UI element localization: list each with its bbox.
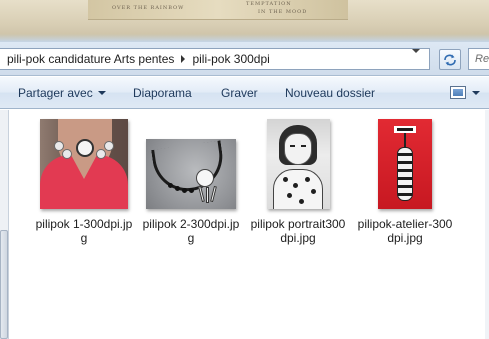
refresh-icon [444, 54, 456, 65]
content-right-edge [485, 110, 489, 339]
breadcrumb-item[interactable]: pili-pok candidature Arts pentes [7, 52, 174, 66]
slideshow-button[interactable]: Diaporama [133, 86, 192, 100]
background-text: OVER THE RAINBOW [112, 5, 185, 11]
new-folder-button[interactable]: Nouveau dossier [285, 86, 375, 100]
file-name: pilipok 2-300dpi.jpg [142, 217, 240, 245]
file-item[interactable]: pilipok 1-300dpi.jpg [34, 119, 134, 245]
file-item[interactable]: pilipok-atelier-300dpi.jpg [355, 119, 455, 245]
command-bar: Partager avec Diaporama Graver Nouveau d… [0, 77, 489, 109]
image-thumbnail [378, 119, 432, 209]
file-name: pilipok-atelier-300dpi.jpg [357, 217, 453, 245]
burn-button[interactable]: Graver [221, 86, 258, 100]
change-view-icon[interactable] [450, 86, 466, 99]
image-thumbnail [266, 119, 330, 209]
search-input[interactable]: Re [468, 48, 489, 70]
address-bar[interactable]: pili-pok candidature Arts pentes pili-po… [0, 48, 430, 70]
file-name: pilipok portrait300dpi.jpg [250, 217, 346, 245]
image-thumbnail [146, 139, 236, 209]
file-item[interactable]: pilipok portrait300dpi.jpg [248, 119, 348, 245]
view-options-chevron-icon[interactable] [472, 91, 480, 95]
breadcrumb-separator-icon[interactable] [181, 55, 186, 63]
share-with-button[interactable]: Partager avec [18, 86, 106, 100]
image-thumbnail [40, 119, 128, 209]
file-item[interactable]: pilipok 2-300dpi.jpg [141, 119, 241, 245]
share-with-label: Partager avec [18, 86, 93, 100]
background-text: IN THE MOOD [258, 9, 308, 15]
background-text: TEMPTATION [246, 1, 292, 7]
search-placeholder: Re [475, 53, 489, 65]
file-list-view[interactable]: pilipok 1-300dpi.jpg pilipok 2-300dpi.jp… [13, 110, 489, 339]
address-bar-row: pili-pok candidature Arts pentes pili-po… [0, 42, 489, 76]
file-name: pilipok 1-300dpi.jpg [35, 217, 133, 245]
chevron-down-icon [97, 91, 106, 95]
window-frame-edge [0, 34, 489, 42]
scrollbar-thumb[interactable] [0, 230, 8, 339]
refresh-button[interactable] [439, 49, 461, 70]
desktop-background: OVER THE RAINBOW TEMPTATION IN THE MOOD [0, 0, 489, 42]
address-history-dropdown-icon[interactable] [412, 49, 420, 53]
breadcrumb-item[interactable]: pili-pok 300dpi [192, 52, 269, 66]
navigation-pane-scrollbar[interactable] [0, 110, 9, 339]
